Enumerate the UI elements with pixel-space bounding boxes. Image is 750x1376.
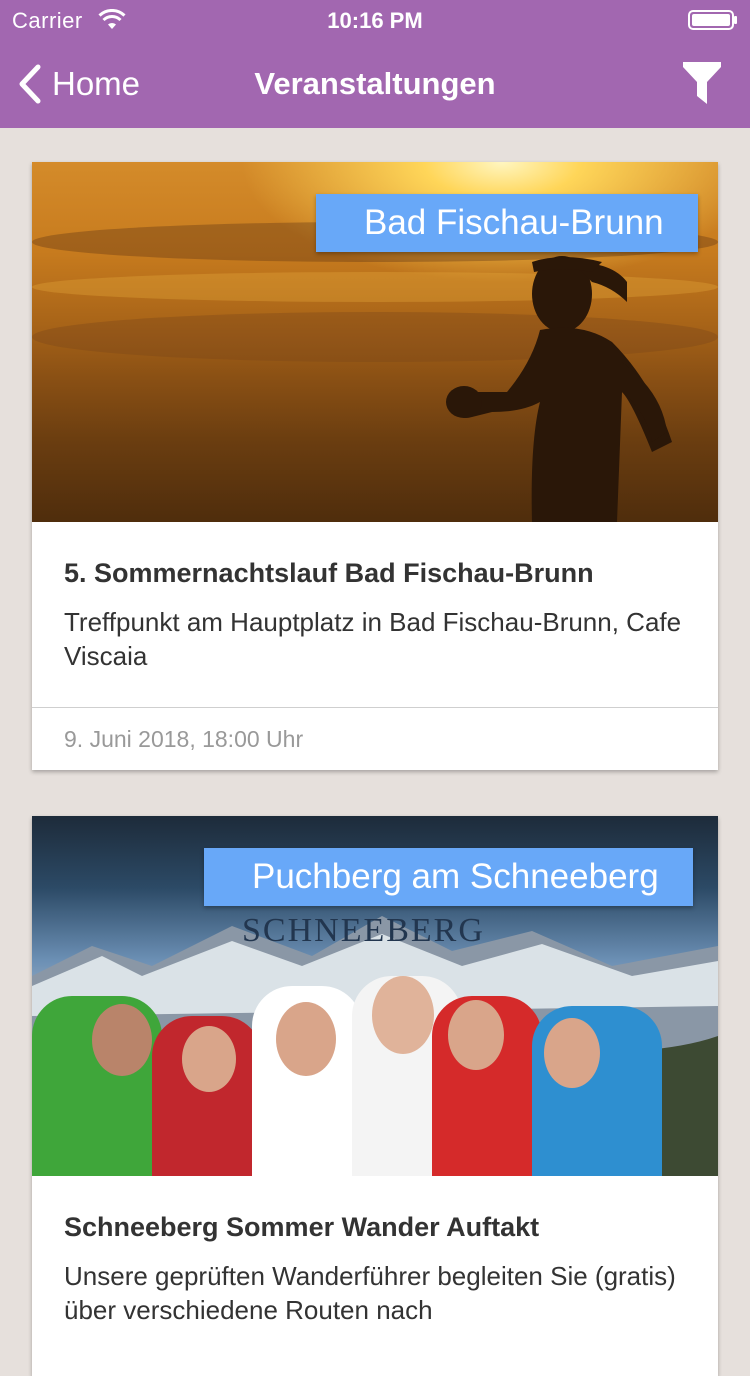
runner-silhouette xyxy=(446,256,672,522)
event-title: 5. Sommernachtslauf Bad Fischau-Brunn xyxy=(64,558,594,588)
event-title: Schneeberg Sommer Wander Auftakt xyxy=(64,1212,540,1242)
event-image: Bad Fischau-Brunn xyxy=(32,162,718,522)
location-badge: Puchberg am Schneeberg xyxy=(204,848,693,906)
event-description: Unsere geprüften Wanderführer begleiten … xyxy=(64,1261,676,1325)
battery-icon xyxy=(688,10,737,30)
banner-heading: SCHNEEBERG xyxy=(242,912,485,949)
location-badge: Bad Fischau-Brunn xyxy=(316,194,698,252)
event-image: SCHNEEBERG Puchberg am Schneeberg xyxy=(32,816,718,1176)
event-card[interactable]: SCHNEEBERG Puchberg am Schneeberg Schnee… xyxy=(32,816,718,1376)
event-card[interactable]: Bad Fischau-Brunn 5. Sommernachtslauf Ba… xyxy=(32,162,718,770)
event-description: Treffpunkt am Hauptplatz in Bad Fischau-… xyxy=(64,607,682,671)
event-date: 9. Juni 2018, 18:00 Uhr xyxy=(64,726,304,752)
filter-icon[interactable] xyxy=(682,60,722,106)
page-title: Veranstaltungen xyxy=(254,66,496,101)
navigation-bar: Carrier 10:16 PM Home Veranstaltungen xyxy=(0,0,750,128)
status-time: 10:16 PM xyxy=(327,8,423,33)
